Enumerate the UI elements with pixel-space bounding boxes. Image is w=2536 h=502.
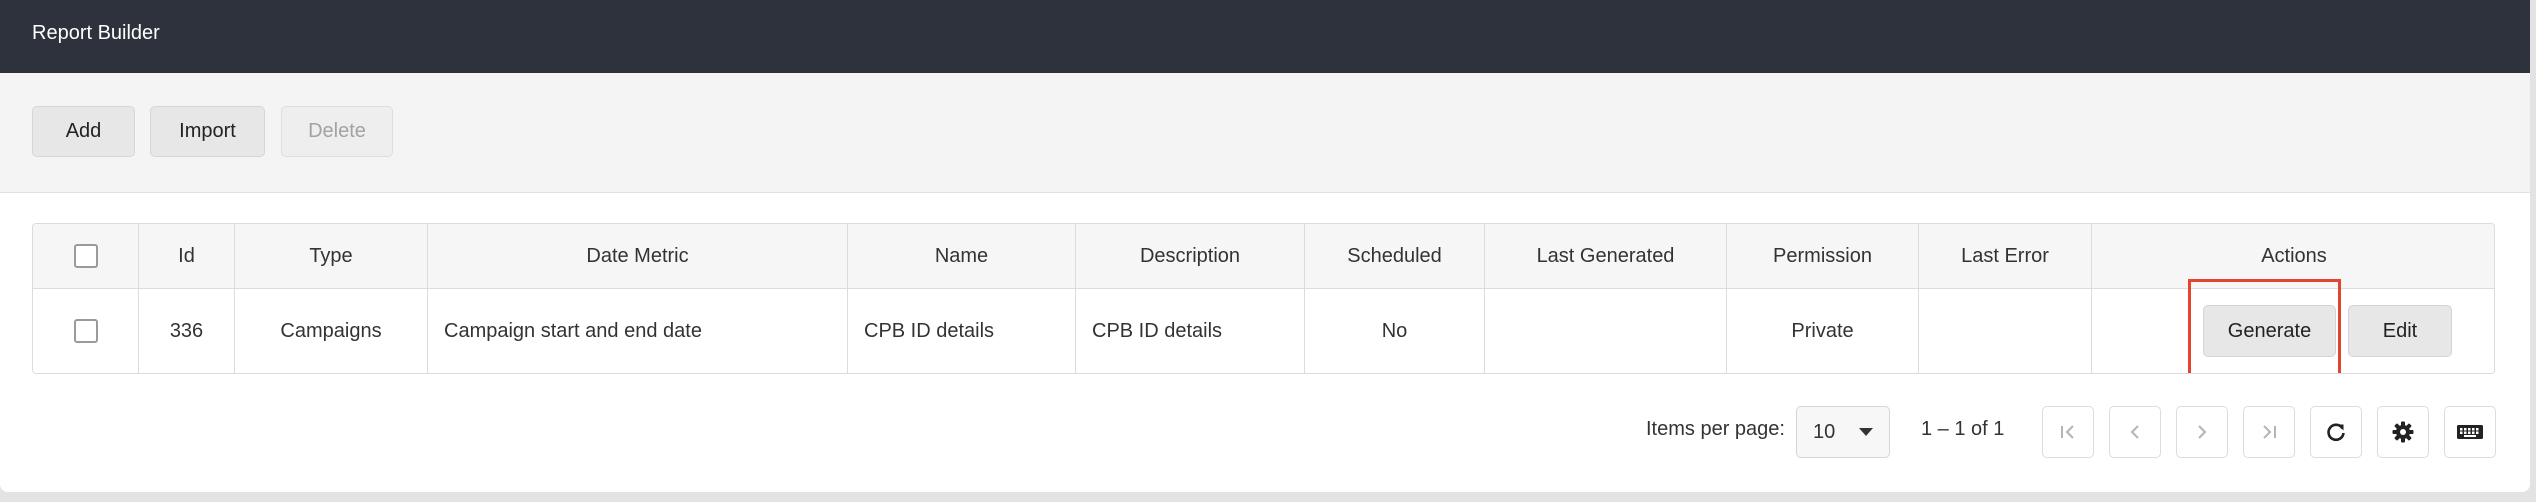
next-page-button[interactable]: [2176, 406, 2228, 458]
previous-page-button[interactable]: [2109, 406, 2161, 458]
table-header: Id Type Date Metric Name Description Sch…: [33, 224, 2494, 289]
cell-name: CPB ID details: [848, 289, 1076, 373]
column-header-description[interactable]: Description: [1076, 224, 1305, 288]
edit-button[interactable]: Edit: [2348, 305, 2452, 357]
select-all-cell: [33, 224, 139, 288]
settings-button[interactable]: [2377, 406, 2429, 458]
row-select-cell: [33, 289, 139, 373]
column-header-last-generated[interactable]: Last Generated: [1485, 224, 1727, 288]
import-button[interactable]: Import: [150, 106, 265, 157]
table-row: 336 Campaigns Campaign start and end dat…: [33, 279, 2494, 373]
reports-table: Id Type Date Metric Name Description Sch…: [32, 223, 2495, 374]
keyboard-shortcuts-button[interactable]: [2444, 406, 2496, 458]
column-header-scheduled[interactable]: Scheduled: [1305, 224, 1485, 288]
title-bar: Report Builder: [0, 0, 2530, 73]
toolbar: Add Import Delete: [0, 73, 2530, 193]
last-page-icon: [2263, 425, 2276, 439]
cell-date-metric: Campaign start and end date: [428, 289, 848, 373]
chevron-down-icon: [1859, 428, 1873, 436]
select-all-checkbox[interactable]: [73, 244, 98, 268]
report-builder-panel: Report Builder Add Import Delete Id Type…: [0, 0, 2530, 492]
cell-description: CPB ID details: [1076, 289, 1305, 373]
page-range-label: 1 – 1 of 1: [1921, 418, 2005, 440]
column-header-permission[interactable]: Permission: [1727, 224, 1919, 288]
first-page-button[interactable]: [2042, 406, 2094, 458]
refresh-icon: [2327, 423, 2345, 442]
paginator: Items per page: 10 1 – 1 of 1: [0, 400, 2530, 460]
next-page-icon: [2198, 425, 2207, 439]
refresh-button[interactable]: [2310, 406, 2362, 458]
generate-highlight-box: [2188, 279, 2341, 373]
cell-type: Campaigns: [235, 289, 428, 373]
column-header-name[interactable]: Name: [848, 224, 1076, 288]
page-size-value: 10: [1813, 421, 1836, 443]
cell-id: 336: [139, 289, 235, 373]
cell-last-generated: [1485, 289, 1727, 373]
first-page-icon: [2061, 425, 2074, 439]
gear-icon: [2392, 421, 2414, 443]
column-header-id[interactable]: Id: [139, 224, 235, 288]
column-header-last-error[interactable]: Last Error: [1919, 224, 2092, 288]
cell-actions: Generate Edit: [2092, 279, 2494, 373]
cell-scheduled: No: [1305, 289, 1485, 373]
delete-button[interactable]: Delete: [281, 106, 393, 157]
items-per-page-label: Items per page:: [1646, 418, 1785, 440]
previous-page-icon: [2130, 425, 2139, 439]
row-checkbox[interactable]: [73, 319, 98, 343]
page-title: Report Builder: [32, 22, 160, 44]
last-page-button[interactable]: [2243, 406, 2295, 458]
page-size-select[interactable]: 10: [1796, 406, 1890, 458]
keyboard-icon: [2457, 425, 2483, 439]
cell-permission: Private: [1727, 289, 1919, 373]
column-header-type[interactable]: Type: [235, 224, 428, 288]
cell-last-error: [1919, 289, 2092, 373]
add-button[interactable]: Add: [32, 106, 135, 157]
column-header-date-metric[interactable]: Date Metric: [428, 224, 848, 288]
